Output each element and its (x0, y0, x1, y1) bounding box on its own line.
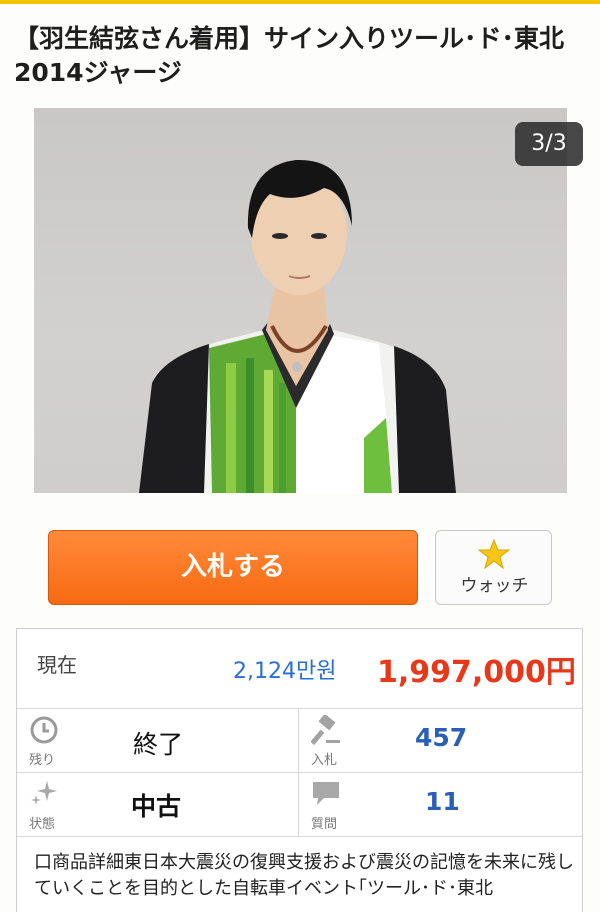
condition-cell: 状態 中古 (17, 773, 299, 837)
bid-count-value: 457 (415, 723, 468, 752)
bid-count-label: 入札 (311, 753, 338, 768)
remaining-label: 残り (29, 753, 56, 768)
top-accent-bar (0, 0, 600, 4)
condition-label: 状態 (29, 817, 56, 832)
questions-label: 質問 (311, 817, 338, 832)
remaining-time-cell: 残り 終了 (17, 709, 299, 773)
item-photo[interactable] (34, 108, 567, 493)
star-icon (477, 538, 511, 573)
price-row: 現在 2,124만원 1,997,000円 (17, 629, 582, 709)
questions-value: 11 (425, 787, 460, 816)
price-jpy: 1,997,000円 (377, 655, 576, 690)
bid-button[interactable]: 入札する (48, 530, 418, 605)
item-description: 口商品詳細東日本大震災の復興支援および震災の記憶を未来に残していくことを目的とし… (34, 852, 574, 899)
gavel-icon (310, 714, 341, 749)
price-krw: 2,124만원 (233, 659, 337, 684)
questions-cell[interactable]: 質問 11 (299, 773, 582, 837)
watch-button[interactable]: ウォッチ (435, 530, 552, 605)
image-counter: 3/3 (515, 122, 583, 166)
photo-illustration (139, 159, 456, 493)
item-title: 【羽生結弦さん着用】サイン入りツール･ド･東北 2014ジャージ (14, 24, 565, 87)
speech-bubble-icon (311, 779, 341, 813)
current-price-label: 現在 (37, 653, 77, 677)
sparkle-icon (29, 779, 59, 813)
watch-label: ウォッチ (460, 576, 529, 596)
remaining-value: 終了 (133, 730, 184, 759)
clock-icon (29, 715, 59, 749)
bid-count-cell[interactable]: 入札 457 (299, 709, 582, 773)
condition-value: 中古 (131, 792, 182, 821)
